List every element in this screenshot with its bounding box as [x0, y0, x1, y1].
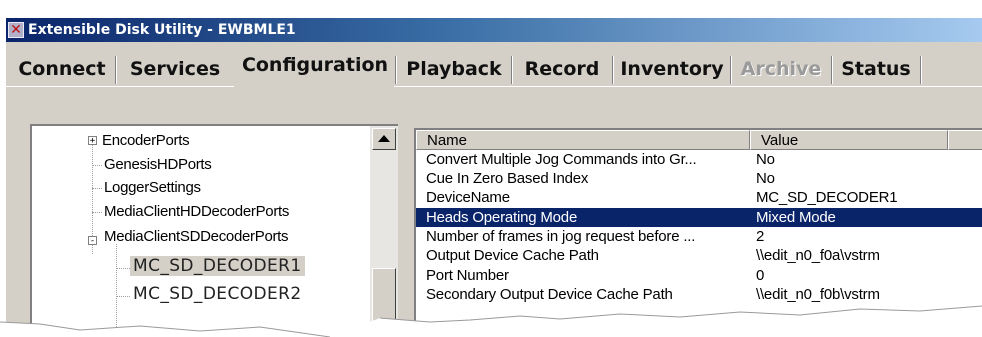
tab-configuration[interactable]: Configuration	[238, 44, 392, 84]
column-header-blank	[948, 130, 982, 150]
property-name: Port Number	[426, 267, 509, 284]
tree-item-encoderports[interactable]: EncoderPorts	[102, 132, 190, 149]
property-name: DeviceName	[426, 189, 510, 206]
tab-separator	[831, 56, 833, 84]
dialog-body: Connect Services Configuration Playback …	[6, 42, 982, 337]
tab-services[interactable]: Services	[118, 52, 232, 86]
property-name: Output Device Cache Path	[426, 247, 599, 264]
tree-item-loggersettings[interactable]: LoggerSettings	[104, 179, 201, 196]
property-value: \\edit_n0_f0a\vstrm	[756, 247, 880, 264]
property-row-selected[interactable]: Heads Operating Mode Mixed Mode	[416, 208, 982, 227]
tree-line	[116, 296, 130, 297]
property-value: Mixed Mode	[756, 209, 836, 226]
property-name: Heads Operating Mode	[426, 209, 578, 226]
tab-record[interactable]: Record	[514, 52, 610, 86]
tree-line	[116, 244, 117, 337]
tree-line	[92, 188, 102, 189]
scroll-up-button[interactable]	[372, 128, 396, 150]
up-arrow-icon	[378, 135, 390, 142]
tree-line	[92, 212, 102, 213]
property-row[interactable]: Secondary Output Device Cache Path \\edi…	[416, 285, 982, 304]
property-row[interactable]: Output Device Cache Path \\edit_n0_f0a\v…	[416, 246, 982, 265]
expand-icon[interactable]: +	[88, 136, 97, 146]
app-x-icon: ✕	[8, 22, 24, 38]
property-value: \\edit_n0_f0b\vstrm	[756, 286, 880, 303]
property-name: Cue In Zero Based Index	[426, 170, 589, 187]
tab-separator	[395, 56, 397, 84]
tab-separator	[115, 56, 117, 84]
property-value: MC_SD_DECODER1	[756, 189, 898, 206]
column-header-value[interactable]: Value	[750, 130, 948, 150]
property-name: Convert Multiple Jog Commands into Gr...	[426, 151, 697, 168]
property-value: 0	[756, 267, 765, 284]
tree-scrollbar[interactable]	[370, 126, 398, 337]
tree-item-mc-sd-decoder2[interactable]: MC_SD_DECODER2	[133, 284, 302, 304]
tab-separator	[730, 56, 732, 84]
tab-separator	[612, 56, 614, 84]
property-name: Secondary Output Device Cache Path	[426, 286, 673, 303]
tab-playback[interactable]: Playback	[398, 52, 510, 86]
scroll-thumb[interactable]	[372, 268, 396, 337]
tree-item-mediaclienthddecoderports[interactable]: MediaClientHDDecoderPorts	[104, 203, 289, 220]
property-name: Number of frames in jog request before .…	[426, 228, 696, 245]
property-row[interactable]: Port Number 0	[416, 266, 982, 285]
tree-line	[92, 165, 102, 166]
tab-strip-edge	[6, 86, 234, 87]
property-value: 2	[756, 228, 765, 245]
property-row[interactable]: Convert Multiple Jog Commands into Gr...…	[416, 150, 982, 169]
tree-item-mediaclientsddecoderports[interactable]: MediaClientSDDecoderPorts	[104, 228, 289, 245]
tab-connect[interactable]: Connect	[10, 52, 114, 86]
column-header-name[interactable]: Name	[416, 130, 750, 150]
tab-strip-edge	[394, 86, 982, 87]
tree-item-mc-sd-decoder1[interactable]: MC_SD_DECODER1	[130, 256, 305, 276]
tree-line	[116, 268, 130, 269]
tab-separator	[920, 56, 922, 84]
tab-status[interactable]: Status	[834, 52, 918, 86]
tab-inventory[interactable]: Inventory	[615, 52, 729, 86]
property-value: No	[756, 151, 775, 168]
property-row[interactable]: DeviceName MC_SD_DECODER1	[416, 188, 982, 207]
property-list[interactable]: Name Value Convert Multiple Jog Commands…	[414, 128, 982, 337]
property-value: No	[756, 170, 775, 187]
collapse-icon[interactable]: -	[88, 236, 97, 246]
window-title: Extensible Disk Utility - EWBMLE1	[28, 22, 296, 38]
tab-separator	[511, 56, 513, 84]
config-tree[interactable]: + EncoderPorts GenesisHDPorts LoggerSett…	[30, 124, 398, 337]
tree-item-genesishdports[interactable]: GenesisHDPorts	[104, 156, 212, 173]
tab-archive: Archive	[740, 58, 822, 80]
property-row[interactable]: Cue In Zero Based Index No	[416, 169, 982, 188]
property-row[interactable]: Number of frames in jog request before .…	[416, 227, 982, 246]
title-bar[interactable]: ✕ Extensible Disk Utility - EWBMLE1	[6, 18, 982, 42]
